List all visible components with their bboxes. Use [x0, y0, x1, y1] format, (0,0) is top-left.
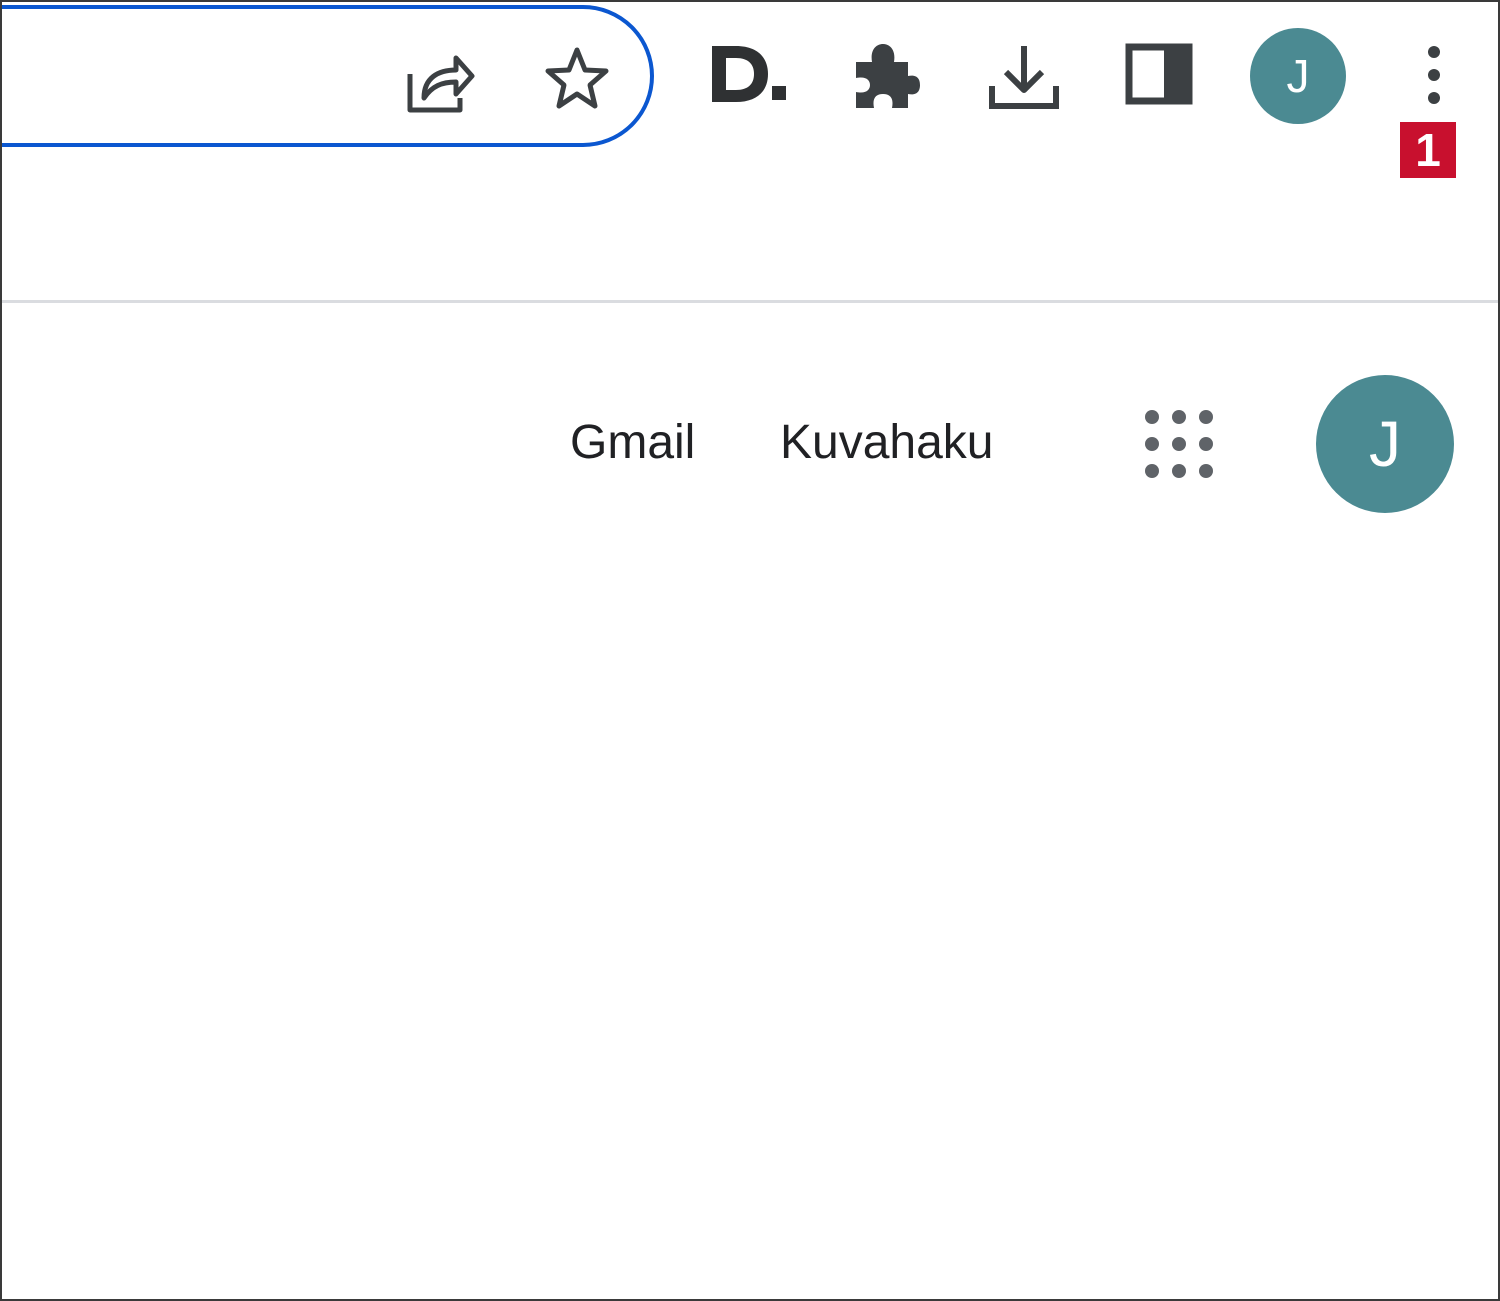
kebab-menu-icon	[1410, 42, 1458, 108]
gmail-link[interactable]: Gmail	[570, 413, 695, 473]
share-button[interactable]	[402, 44, 476, 118]
profile-avatar-button[interactable]: J	[1250, 28, 1346, 124]
side-panel-button[interactable]	[1124, 42, 1194, 106]
google-homepage: Gmail Kuvahaku J	[2, 303, 1498, 1299]
downloads-button[interactable]	[986, 42, 1062, 112]
puzzle-icon	[850, 40, 920, 110]
share-icon	[402, 44, 476, 118]
annotation-badge: 1	[1400, 122, 1456, 178]
profile-initial: J	[1286, 50, 1310, 102]
d-extension-button[interactable]	[706, 40, 790, 110]
bookmark-button[interactable]	[540, 42, 614, 116]
download-icon	[986, 42, 1062, 112]
google-account-avatar[interactable]: J	[1316, 375, 1454, 513]
extensions-button[interactable]	[850, 40, 920, 110]
star-icon	[540, 42, 614, 116]
browser-menu-button[interactable]	[1410, 42, 1458, 108]
account-initial: J	[1369, 408, 1401, 480]
apps-grid-icon	[1142, 410, 1216, 485]
side-panel-icon	[1124, 42, 1194, 106]
images-link[interactable]: Kuvahaku	[780, 413, 994, 473]
browser-window: J 1 Gmail Kuvahaku J	[0, 0, 1500, 1301]
browser-toolbar: J 1	[2, 2, 1498, 303]
d-extension-icon	[706, 40, 790, 110]
google-apps-button[interactable]	[1142, 407, 1216, 481]
